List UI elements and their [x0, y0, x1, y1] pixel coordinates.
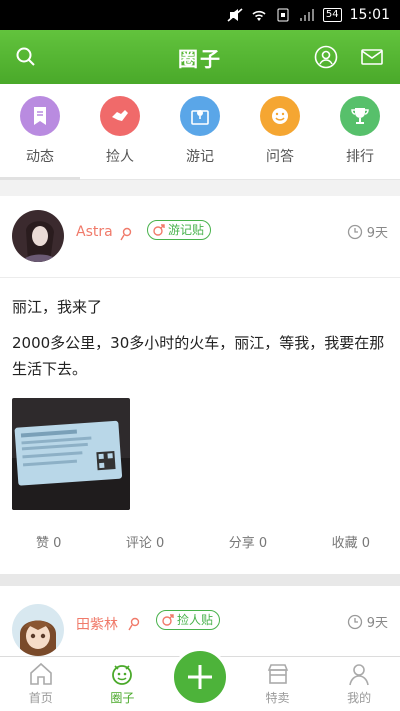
nav-label: 首页 [28, 691, 53, 705]
tab-label: 问答 [266, 149, 294, 165]
share-button[interactable]: 分享 0 [229, 532, 267, 560]
post-body: 2000多公里，30多小时的火车，丽江，等我，我要在那生活下去。 [12, 334, 385, 378]
post-tag[interactable]: 游记贴 [147, 220, 212, 240]
post-separator [0, 574, 400, 586]
bookmark-icon [20, 96, 60, 136]
person-icon [349, 664, 369, 686]
signal-icon [299, 8, 315, 22]
shop-icon [267, 664, 288, 684]
user-icon [314, 45, 338, 69]
post-actions: 赞 0 评论 0 分享 0 收藏 0 [0, 532, 400, 560]
post-tag-label: 游记贴 [168, 223, 205, 237]
page-title: 圈子 [178, 46, 222, 71]
tab-label: 动态 [26, 149, 54, 165]
favorite-button[interactable]: 收藏 0 [332, 532, 370, 560]
plus-icon [188, 665, 212, 689]
post-header: Astra 游记贴 9天 [0, 196, 400, 278]
post-image[interactable] [12, 398, 130, 510]
male-icon [153, 224, 165, 236]
tab-paihang[interactable]: 排行 [320, 84, 400, 179]
post-time-label: 9天 [366, 226, 388, 241]
search-icon [16, 47, 35, 66]
map-pin-icon [180, 96, 220, 136]
circle-community-icon [112, 665, 133, 685]
post-card[interactable]: Astra 游记贴 9天 [0, 196, 400, 574]
tab-wenda[interactable]: 问答 [240, 84, 320, 179]
nav-home[interactable]: 首页 [0, 657, 82, 711]
home-icon [30, 662, 52, 685]
tab-label: 排行 [346, 149, 374, 165]
clock: 15:01 [349, 7, 390, 23]
clock-icon [347, 614, 362, 629]
section-gap [0, 180, 400, 196]
location-pin-icon [128, 616, 140, 631]
handshake-icon [100, 96, 140, 136]
category-tabs: 动态 捡人 游记 问答 排行 [0, 84, 400, 180]
post-tag[interactable]: 捡人贴 [156, 610, 221, 630]
like-button[interactable]: 赞 0 [36, 532, 61, 560]
post-tag-label: 捡人贴 [177, 613, 214, 627]
male-icon [162, 614, 174, 626]
search-button[interactable] [12, 43, 40, 71]
wifi-icon [251, 8, 267, 22]
profile-button[interactable] [312, 43, 340, 71]
nav-sale[interactable]: 特卖 [237, 657, 319, 711]
comment-button[interactable]: 评论 0 [126, 532, 164, 560]
app-header: 圈子 [0, 30, 400, 84]
battery-level: 54 [322, 8, 342, 22]
tab-youji[interactable]: 游记 [160, 84, 240, 179]
tab-jianren[interactable]: 捡人 [80, 84, 160, 179]
messages-button[interactable] [358, 43, 386, 71]
status-bar: 54 15:01 [0, 0, 400, 30]
username[interactable]: 田紫林 [76, 614, 118, 634]
post-title: 丽江，我来了 [12, 298, 103, 316]
nav-label: 圈子 [110, 691, 135, 705]
create-post-button[interactable] [171, 648, 229, 706]
tab-label: 游记 [186, 149, 214, 165]
nav-label: 我的 [347, 691, 372, 705]
nav-label: 特卖 [265, 691, 290, 705]
post-card[interactable]: 田紫林 捡人贴 9天 [0, 586, 400, 656]
tab-dongtai[interactable]: 动态 [0, 84, 80, 179]
post-time-label: 9天 [366, 616, 388, 631]
nav-mine[interactable]: 我的 [318, 657, 400, 711]
clock-icon [347, 224, 362, 239]
avatar[interactable] [12, 210, 64, 262]
post-time: 9天 [347, 612, 388, 631]
location-pin-icon [120, 226, 132, 241]
mute-icon [227, 8, 243, 22]
username[interactable]: Astra [76, 224, 113, 240]
avatar[interactable] [12, 604, 64, 656]
post-time: 9天 [347, 222, 388, 241]
sim-icon [275, 8, 291, 22]
smiley-icon [260, 96, 300, 136]
mail-icon [361, 49, 383, 65]
nav-circle[interactable]: 圈子 [82, 657, 164, 711]
trophy-icon [340, 96, 380, 136]
tab-label: 捡人 [106, 149, 134, 165]
